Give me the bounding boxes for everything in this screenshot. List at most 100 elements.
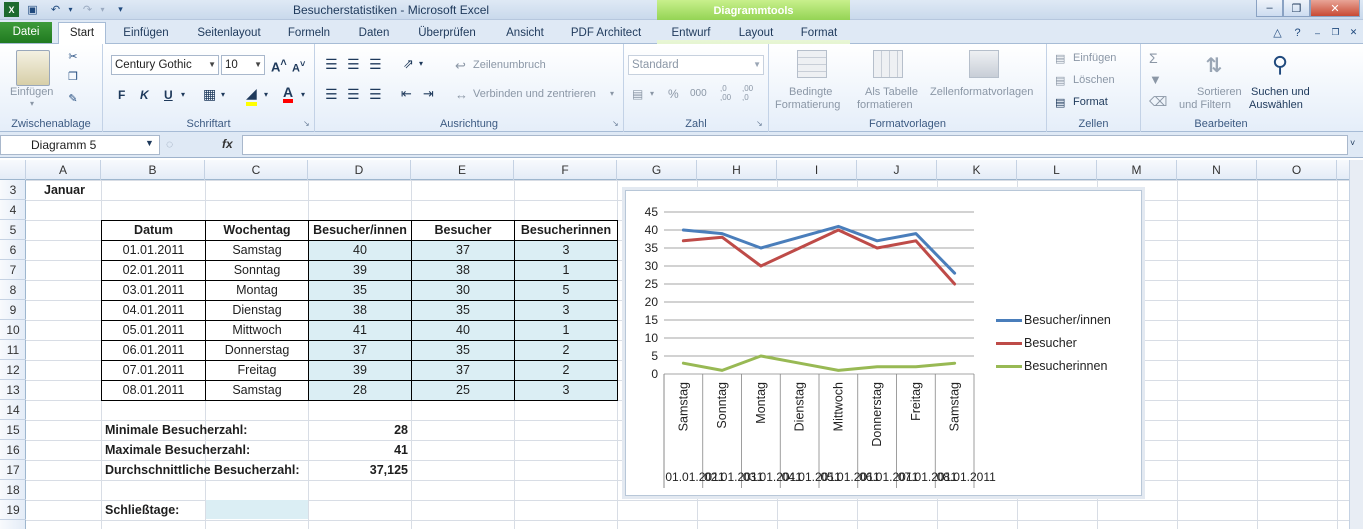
column-header[interactable]: E (411, 160, 514, 180)
column-header[interactable]: C (205, 160, 308, 180)
format-painter-icon[interactable]: ✎ (65, 90, 81, 106)
row-header[interactable]: 19 (0, 500, 26, 520)
column-header[interactable]: H (697, 160, 777, 180)
table-cell-wochentag[interactable]: Samstag (205, 240, 309, 261)
decrease-decimal-icon[interactable]: ,00,0 (742, 84, 753, 102)
merge-dropdown-icon[interactable]: ▾ (610, 89, 614, 98)
format-cells-icon[interactable]: ▤ (1055, 96, 1065, 109)
row-header[interactable]: 7 (0, 260, 26, 280)
font-size-select[interactable]: 10 ▼ (221, 55, 265, 75)
table-cell-wochentag[interactable]: Montag (205, 280, 309, 301)
wb-restore-icon[interactable]: ❐ (1328, 25, 1343, 40)
grow-font-icon[interactable]: A˄ (271, 57, 287, 74)
table-cell-besucher[interactable]: 35 (411, 340, 515, 361)
table-cell-besucherinnen[interactable]: 3 (514, 300, 618, 321)
wrap-text-button[interactable]: Zeilenumbruch (473, 59, 546, 71)
row-header[interactable]: 4 (0, 200, 26, 220)
paste-button[interactable]: Einfügen (10, 86, 53, 98)
row-header[interactable]: 12 (0, 360, 26, 380)
number-format-select[interactable]: Standard ▼ (628, 55, 764, 75)
table-cell-besucherinnen[interactable]: 5 (514, 280, 618, 301)
increase-decimal-icon[interactable]: ,0,00 (720, 84, 731, 102)
insert-cells-button[interactable]: Einfügen (1073, 52, 1116, 64)
underline-icon[interactable]: U (164, 88, 173, 102)
table-cell-datum[interactable]: 01.01.2011 (101, 240, 206, 261)
table-cell-besucher-innen[interactable]: 41 (308, 320, 412, 341)
column-header[interactable]: B (101, 160, 205, 180)
table-cell-datum[interactable]: 05.01.2011 (101, 320, 206, 341)
orientation-icon[interactable]: ⇗ (403, 56, 414, 72)
table-cell-besucher-innen[interactable]: 40 (308, 240, 412, 261)
avg-value[interactable]: 37,125 (308, 460, 411, 480)
table-cell-wochentag[interactable]: Samstag (205, 380, 309, 401)
formula-input[interactable] (242, 135, 1348, 155)
table-cell-besucherinnen[interactable]: 2 (514, 360, 618, 381)
insert-cells-icon[interactable]: ▤ (1055, 52, 1065, 65)
table-cell-besucherinnen[interactable]: 3 (514, 380, 618, 401)
thousands-separator-icon[interactable]: 000 (690, 88, 707, 99)
table-cell-besucher-innen[interactable]: 37 (308, 340, 412, 361)
column-header[interactable]: K (937, 160, 1017, 180)
find-select-icon[interactable]: ⚲ (1265, 50, 1295, 80)
currency-dropdown-icon[interactable]: ▾ (650, 89, 654, 98)
align-left-icon[interactable]: ☰ (325, 86, 338, 103)
table-cell-wochentag[interactable]: Donnerstag (205, 340, 309, 361)
row-header[interactable]: 16 (0, 440, 26, 460)
tab-layout[interactable]: Layout (730, 24, 782, 44)
table-cell-besucherinnen[interactable]: 1 (514, 260, 618, 281)
tab-datei[interactable]: Datei (0, 22, 52, 43)
table-cell-wochentag[interactable]: Sonntag (205, 260, 309, 281)
undo-icon[interactable]: ↶ (48, 2, 63, 17)
table-cell-wochentag[interactable]: Mittwoch (205, 320, 309, 341)
table-cell-besucher-innen[interactable]: 35 (308, 280, 412, 301)
table-cell-besucher[interactable]: 25 (411, 380, 515, 401)
conditional-formatting-icon[interactable] (797, 50, 827, 78)
formula-bar-splitter-icon[interactable]: ◌ (166, 137, 173, 151)
cell-styles-icon[interactable] (969, 50, 999, 78)
closed-days-label[interactable]: Schließtage: (105, 500, 179, 520)
border-dropdown-icon[interactable]: ▾ (221, 90, 225, 99)
align-middle-icon[interactable]: ☰ (347, 56, 360, 73)
name-box[interactable]: Diagramm 5 (0, 135, 160, 155)
row-header[interactable]: 10 (0, 320, 26, 340)
merge-center-icon[interactable]: ↔ (455, 87, 468, 102)
undo-dropdown-icon[interactable]: ▾ (63, 2, 78, 17)
align-top-icon[interactable]: ☰ (325, 56, 338, 73)
row-header[interactable]: 5 (0, 220, 26, 240)
minimize-icon[interactable]: – (1256, 0, 1283, 17)
redo-icon[interactable]: ↷ (80, 2, 95, 17)
cut-icon[interactable]: ✂ (65, 48, 81, 64)
customize-qat-icon[interactable]: ▾ (113, 2, 128, 17)
number-dialog-launcher-icon[interactable]: ↘ (756, 119, 763, 128)
redo-dropdown-icon[interactable]: ▾ (95, 2, 110, 17)
font-color-dropdown-icon[interactable]: ▾ (301, 90, 305, 99)
shrink-font-icon[interactable]: A˅ (292, 59, 305, 75)
sort-filter-label-1[interactable]: Sortieren (1197, 86, 1242, 98)
orientation-dropdown-icon[interactable]: ▾ (419, 59, 423, 68)
copy-icon[interactable]: ❐ (65, 68, 81, 84)
sort-filter-label-2[interactable]: und Filtern (1179, 99, 1231, 111)
table-header-besucherinnen[interactable]: Besucherinnen (514, 220, 618, 241)
column-header[interactable]: L (1017, 160, 1097, 180)
legend-item[interactable]: Besucherinnen (996, 359, 1107, 373)
bold-icon[interactable]: F (118, 88, 125, 102)
table-cell-besucher[interactable]: 38 (411, 260, 515, 281)
column-header[interactable]: G (617, 160, 697, 180)
table-cell-besucher-innen[interactable]: 39 (308, 260, 412, 281)
table-cell-datum[interactable]: 07.01.2011 (101, 360, 206, 381)
tab-pdf-architect[interactable]: PDF Architect (565, 24, 647, 44)
table-cell-besucher[interactable]: 35 (411, 300, 515, 321)
column-header[interactable]: M (1097, 160, 1177, 180)
tab-start[interactable]: Start (58, 22, 106, 45)
row-header[interactable]: 18 (0, 480, 26, 500)
table-cell-besucher[interactable]: 30 (411, 280, 515, 301)
wb-close-icon[interactable]: ✕ (1346, 25, 1361, 40)
tab-format[interactable]: Format (793, 24, 845, 44)
cell-month[interactable]: Januar (44, 180, 85, 200)
table-cell-wochentag[interactable]: Dienstag (205, 300, 309, 321)
alignment-dialog-launcher-icon[interactable]: ↘ (612, 119, 619, 128)
table-cell-datum[interactable]: 06.01.2011 (101, 340, 206, 361)
table-header-datum[interactable]: Datum (101, 220, 206, 241)
column-header[interactable]: F (514, 160, 617, 180)
table-cell-wochentag[interactable]: Freitag (205, 360, 309, 381)
